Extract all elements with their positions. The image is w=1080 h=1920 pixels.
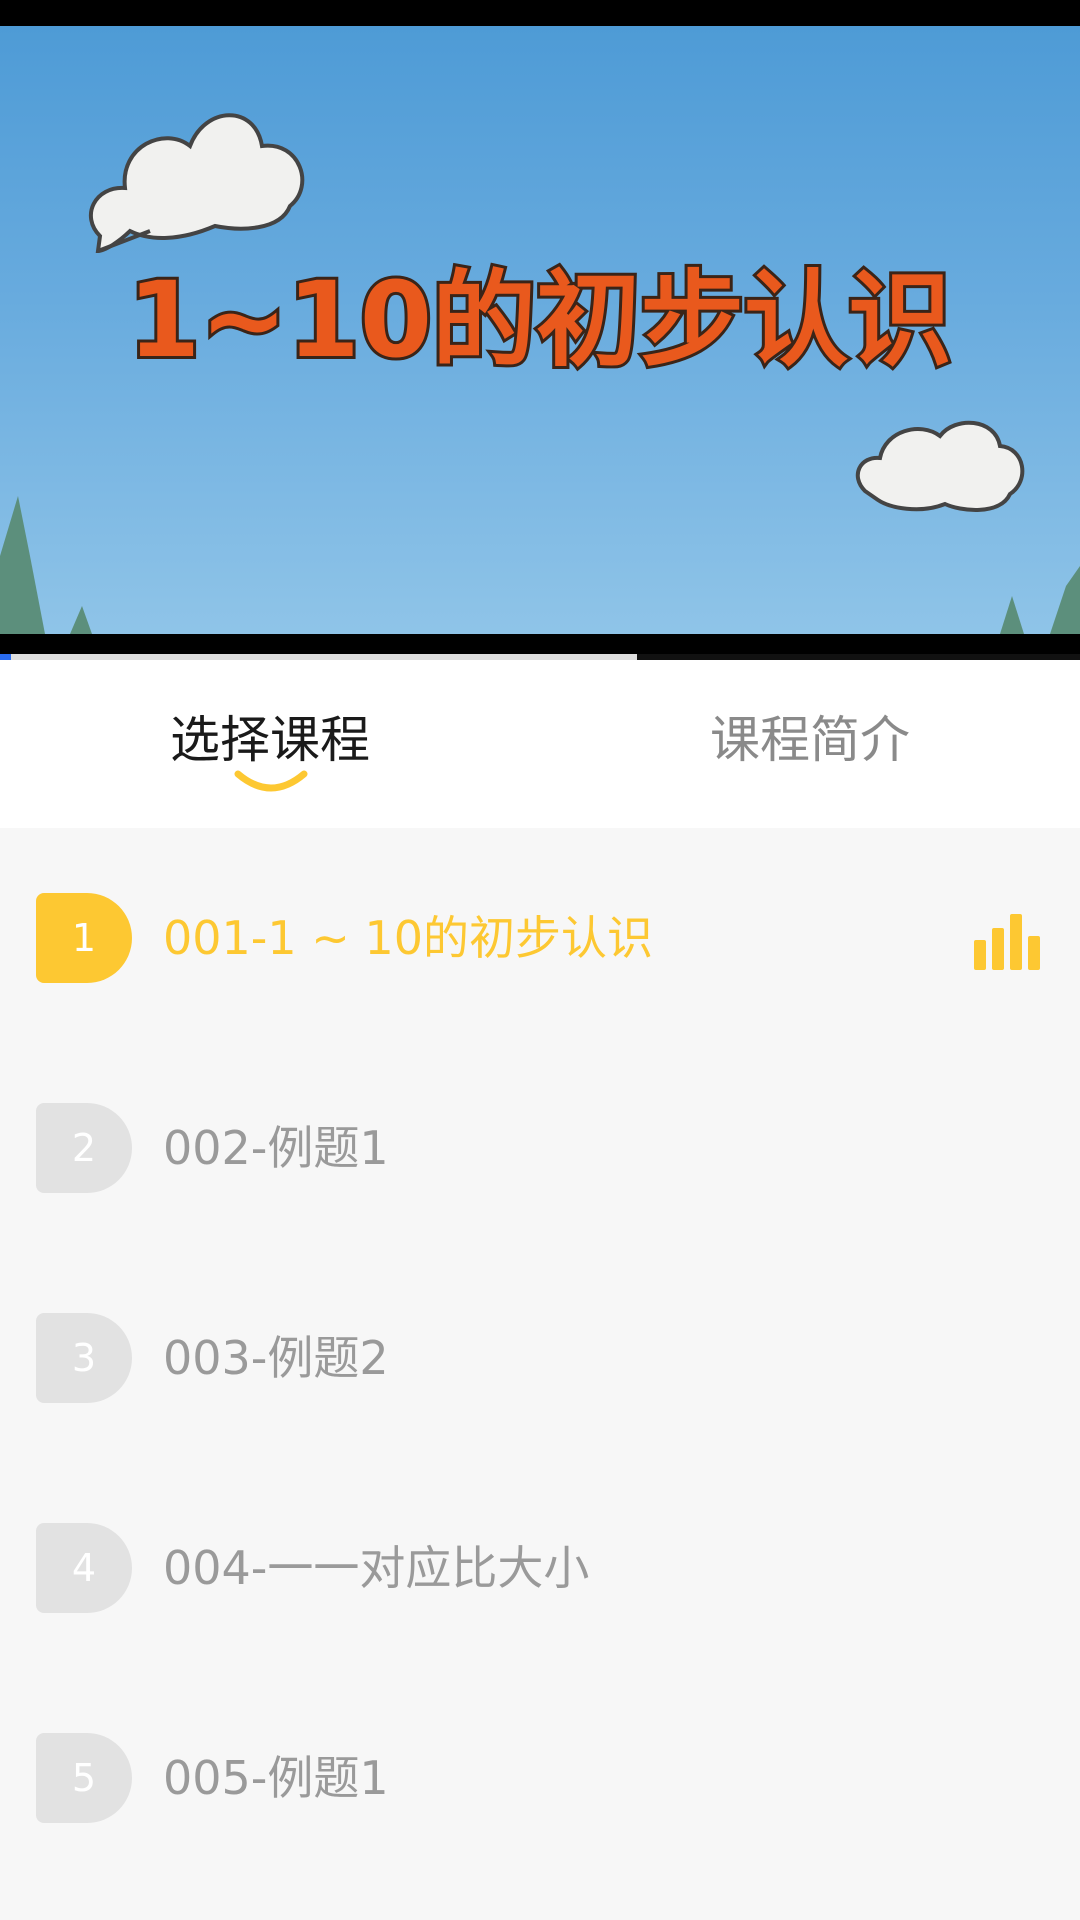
equalizer-bar — [992, 928, 1004, 970]
lesson-title: 003-例题2 — [163, 1331, 389, 1385]
cloud-left — [88, 113, 305, 254]
equalizer-bar — [1028, 936, 1040, 970]
cloud-right — [855, 420, 1025, 512]
lesson-row[interactable]: 4 004-一一对应比大小 — [0, 1498, 1080, 1638]
video-player[interactable]: 1~10的初步认识 — [0, 26, 1080, 634]
video-title-art: 1~10的初步认识 — [128, 259, 952, 381]
playing-equalizer-icon — [974, 914, 1040, 970]
lesson-number-badge: 3 — [36, 1313, 132, 1403]
lesson-row[interactable]: 1 001-1 ~ 10的初步认识 — [0, 868, 1080, 1008]
lesson-number-badge: 2 — [36, 1103, 132, 1193]
status-bar — [0, 0, 1080, 26]
lesson-number-badge: 4 — [36, 1523, 132, 1613]
lesson-title: 001-1 ~ 10的初步认识 — [163, 911, 653, 965]
lesson-row[interactable]: 2 002-例题1 — [0, 1078, 1080, 1218]
lesson-title: 002-例题1 — [163, 1121, 389, 1175]
lesson-number-badge: 5 — [36, 1733, 132, 1823]
tab-course-intro[interactable]: 课程简介 — [660, 690, 960, 790]
lesson-row[interactable]: 5 005-例题1 — [0, 1708, 1080, 1848]
lesson-title: 005-例题1 — [163, 1751, 389, 1805]
equalizer-bar — [974, 940, 986, 970]
video-frame-art: 1~10的初步认识 — [0, 113, 1080, 634]
tab-bar: 选择课程 课程简介 — [0, 660, 1080, 828]
lesson-title: 004-一一对应比大小 — [163, 1541, 590, 1595]
equalizer-bar — [1010, 914, 1022, 970]
lesson-row[interactable]: 3 003-例题2 — [0, 1288, 1080, 1428]
lesson-number-badge: 1 — [36, 893, 132, 983]
lesson-list: 1 001-1 ~ 10的初步认识 2 002-例题1 3 003-例题2 4 … — [0, 828, 1080, 1920]
hills — [0, 496, 1080, 634]
tab-active-indicator — [234, 770, 308, 792]
